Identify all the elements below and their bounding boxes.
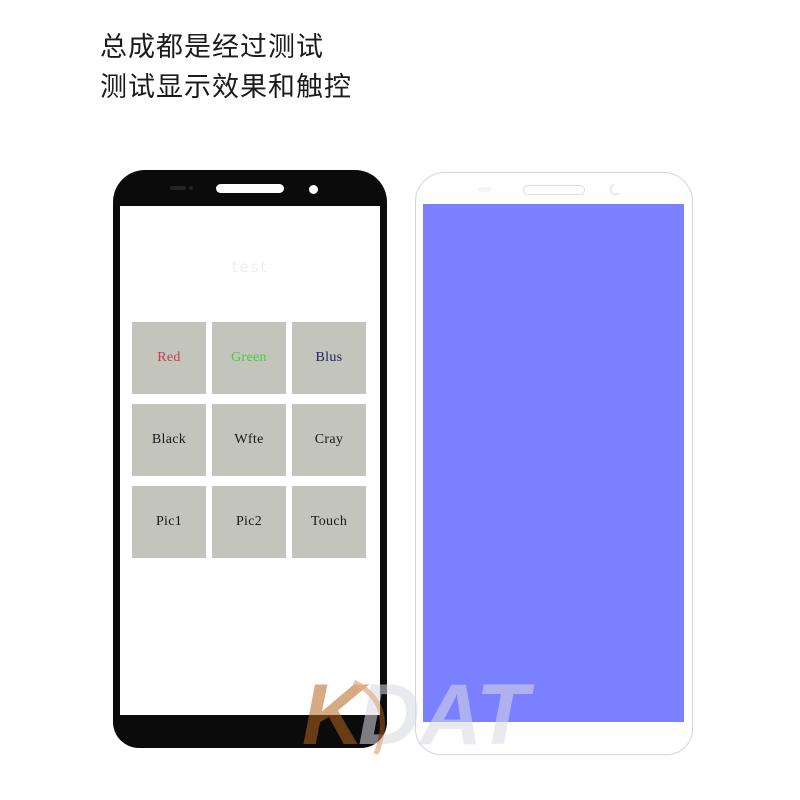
earpiece-speaker-icon [523,185,585,195]
front-camera-icon [610,184,621,195]
test-button-wfte[interactable]: Wfte [212,404,286,476]
screen-faint-watermark: test [231,258,269,276]
test-button-pic2[interactable]: Pic2 [212,486,286,558]
test-button-touch[interactable]: Touch [292,486,366,558]
test-button-green[interactable]: Green [212,322,286,394]
light-sensor-icon [189,186,193,190]
test-button-red[interactable]: Red [132,322,206,394]
proximity-sensor-icon [478,187,491,192]
test-button-grid: Red Green Blus Black Wfte Cray Pic1 Pic2… [132,322,368,558]
test-button-cray[interactable]: Cray [292,404,366,476]
headline-line-2: 测试显示效果和触控 [100,72,352,103]
page-title: 总成都是经过测试 测试显示效果和触控 [100,28,352,108]
left-phone-device: test Red Green Blus Black Wfte Cray Pic1… [113,170,387,748]
right-phone-screen [423,204,684,722]
right-phone-device [415,172,693,755]
proximity-sensor-icon [170,186,186,190]
front-camera-icon [309,185,318,194]
left-phone-screen: test Red Green Blus Black Wfte Cray Pic1… [120,206,380,715]
screenshot-canvas: 总成都是经过测试 测试显示效果和触控 test Red Green Blus B… [0,0,800,800]
test-button-black[interactable]: Black [132,404,206,476]
test-button-pic1[interactable]: Pic1 [132,486,206,558]
earpiece-speaker-icon [216,184,284,193]
test-button-blus[interactable]: Blus [292,322,366,394]
headline-line-1: 总成都是经过测试 [100,32,324,63]
